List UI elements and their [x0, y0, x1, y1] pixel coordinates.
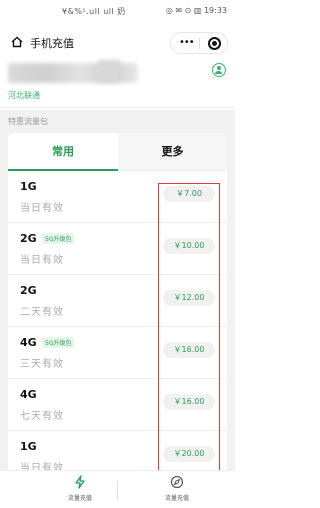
package-tabs: 常用 更多: [8, 133, 227, 171]
tab-common[interactable]: 常用: [8, 133, 118, 171]
contact-icon[interactable]: [212, 63, 226, 77]
compass-icon: [170, 475, 184, 489]
package-validity: 三天有效: [20, 359, 64, 370]
status-bar: ¥&%¹.ull ull 奶 ◎ ✉ ⊙ ▥ 19:33: [0, 0, 235, 24]
tab-label: 流量充值: [164, 495, 189, 502]
nav-bar: 手机充值 •••: [0, 26, 235, 60]
package-validity: 当日有效: [20, 203, 64, 214]
tab-more[interactable]: 更多: [118, 133, 227, 171]
phone-number-blur: [98, 60, 120, 82]
lightning-icon: [75, 475, 85, 489]
package-data: 2G: [20, 284, 37, 297]
package-data: 4G: [20, 388, 37, 401]
highlight-box: [158, 183, 220, 473]
package-data: 1G: [20, 180, 37, 193]
package-validity: 当日有效: [20, 255, 64, 266]
package-validity: 七天有效: [20, 411, 64, 422]
5g-badge: 5G升级包: [42, 233, 75, 244]
divider: [0, 107, 235, 108]
capsule-divider: [199, 38, 200, 49]
package-data: 1G: [20, 440, 37, 453]
clock-status: ◎ ✉ ⊙ ▥ 19:33: [165, 6, 227, 15]
5g-badge: 5G升级包: [42, 337, 75, 348]
signal-status: ¥&%¹.ull ull 奶: [62, 7, 126, 16]
section-label: 特惠流量包: [8, 117, 48, 126]
bottom-tab-bar: 流量充值 流量充值: [0, 470, 235, 508]
package-data: 2G: [20, 232, 37, 245]
miniapp-capsule: •••: [170, 32, 228, 54]
home-icon[interactable]: [10, 35, 24, 49]
tab-data-recharge[interactable]: 流量充值: [40, 475, 120, 502]
phone-number-area: 河北联通: [0, 60, 235, 110]
tab-divider: [117, 481, 118, 499]
package-data: 4G: [20, 336, 37, 349]
carrier-label: 河北联通: [8, 91, 40, 100]
close-miniapp-icon[interactable]: [208, 37, 221, 50]
page-title: 手机充值: [30, 37, 74, 50]
package-validity: 二天有效: [20, 307, 64, 318]
more-menu-icon[interactable]: •••: [179, 37, 195, 48]
tab-recharge-history[interactable]: 流量充值: [137, 475, 217, 502]
tab-label: 流量充值: [67, 495, 92, 502]
